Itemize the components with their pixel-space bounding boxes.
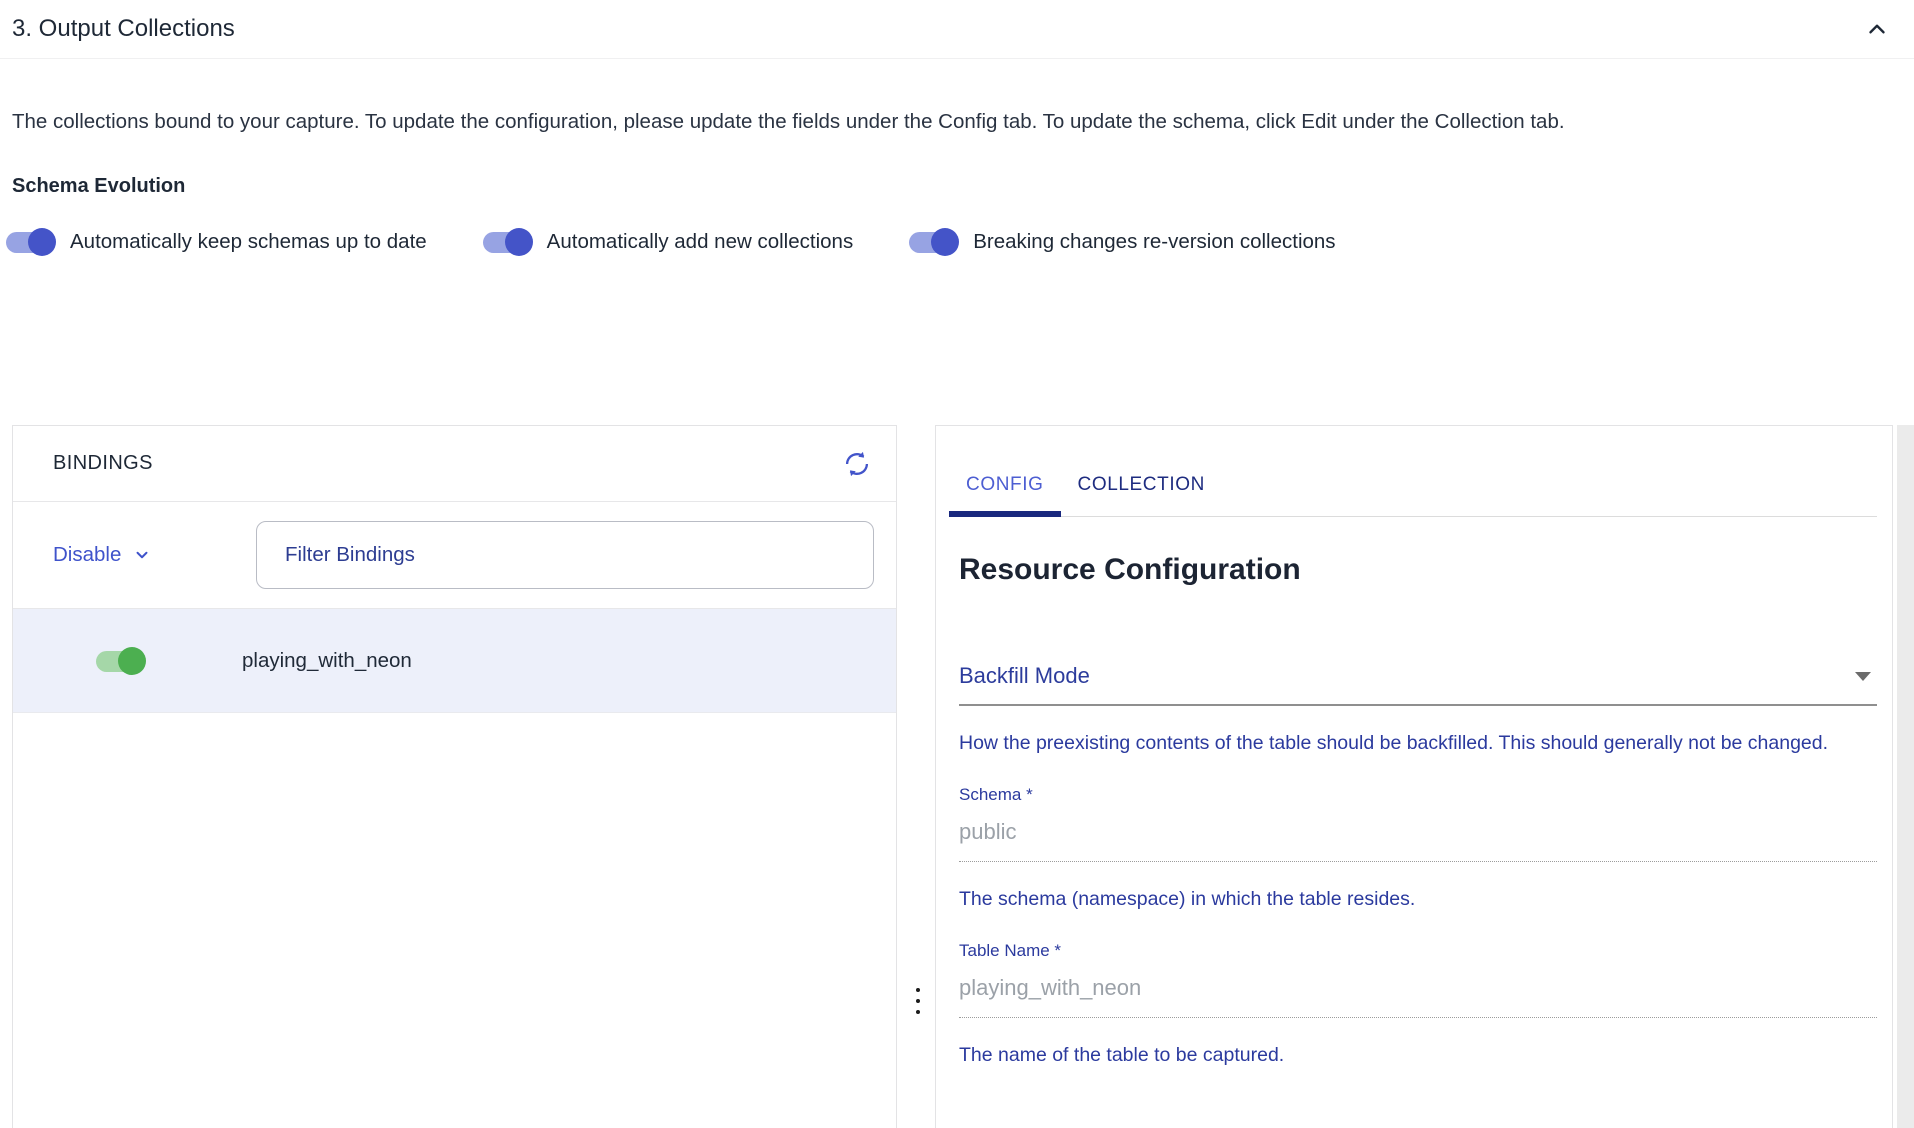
binding-enabled-switch[interactable] xyxy=(96,647,144,675)
binding-row[interactable]: playing_with_neon xyxy=(13,609,896,713)
toggle-breaking-changes: Breaking changes re-version collections xyxy=(909,228,1335,256)
breaking-changes-switch[interactable] xyxy=(909,228,957,256)
toggle-keep-schemas: Automatically keep schemas up to date xyxy=(6,228,427,256)
bindings-title: BINDINGS xyxy=(53,452,153,475)
tab-config[interactable]: CONFIG xyxy=(949,464,1061,516)
table-name-input[interactable] xyxy=(959,967,1877,1018)
add-collections-switch[interactable] xyxy=(483,228,531,256)
schema-evolution-toggles: Automatically keep schemas up to date Au… xyxy=(6,228,1914,256)
drag-dot xyxy=(916,988,920,992)
disable-dropdown[interactable]: Disable xyxy=(53,543,256,567)
section-title: 3. Output Collections xyxy=(12,15,235,43)
collapse-section-button[interactable] xyxy=(1864,16,1890,42)
binding-name: playing_with_neon xyxy=(242,649,412,673)
bindings-controls: Disable xyxy=(13,502,896,609)
bindings-panel: BINDINGS Disable xyxy=(12,425,897,1128)
config-panel: CONFIG COLLECTION Resource Configuration… xyxy=(935,425,1893,1128)
section-header: 3. Output Collections xyxy=(0,0,1914,59)
schema-evolution-heading: Schema Evolution xyxy=(12,175,1902,198)
toggle-label: Breaking changes re-version collections xyxy=(973,230,1335,254)
filter-bindings-input[interactable] xyxy=(256,521,874,589)
resource-configuration-heading: Resource Configuration xyxy=(959,553,1877,587)
panel-resize-handle[interactable] xyxy=(912,984,924,1018)
disable-dropdown-label: Disable xyxy=(53,543,121,567)
toggle-add-collections: Automatically add new collections xyxy=(483,228,854,256)
drag-dot xyxy=(916,999,920,1003)
section-description: The collections bound to your capture. T… xyxy=(12,101,1864,143)
keep-schemas-switch[interactable] xyxy=(6,228,54,256)
tab-collection[interactable]: COLLECTION xyxy=(1061,464,1222,516)
schema-input[interactable] xyxy=(959,811,1877,862)
output-collections-section: 3. Output Collections The collections bo… xyxy=(0,0,1914,256)
config-tab-content: Resource Configuration Backfill Mode How… xyxy=(936,553,1892,1076)
switch-knob xyxy=(505,228,533,256)
refresh-icon xyxy=(840,447,874,481)
table-name-field-label: Table Name * xyxy=(959,941,1877,961)
toggle-label: Automatically add new collections xyxy=(547,230,854,254)
toggle-label: Automatically keep schemas up to date xyxy=(70,230,427,254)
drag-dot xyxy=(916,1010,920,1014)
triangle-down-icon xyxy=(1855,672,1871,681)
chevron-up-icon xyxy=(1864,16,1890,42)
switch-knob xyxy=(931,228,959,256)
backfill-mode-select[interactable]: Backfill Mode xyxy=(959,663,1877,706)
bindings-header: BINDINGS xyxy=(13,426,896,502)
refresh-bindings-button[interactable] xyxy=(840,447,874,481)
schema-field-help: The schema (namespace) in which the tabl… xyxy=(959,879,1844,920)
scrollbar[interactable] xyxy=(1897,425,1914,1128)
schema-field-label: Schema * xyxy=(959,785,1877,805)
table-name-field-help: The name of the table to be captured. xyxy=(959,1035,1844,1076)
backfill-mode-label: Backfill Mode xyxy=(959,663,1090,689)
chevron-down-icon xyxy=(133,546,151,564)
tabs-bar: CONFIG COLLECTION xyxy=(949,464,1877,517)
switch-knob xyxy=(28,228,56,256)
backfill-mode-help: How the preexisting contents of the tabl… xyxy=(959,723,1844,764)
switch-knob xyxy=(118,647,146,675)
